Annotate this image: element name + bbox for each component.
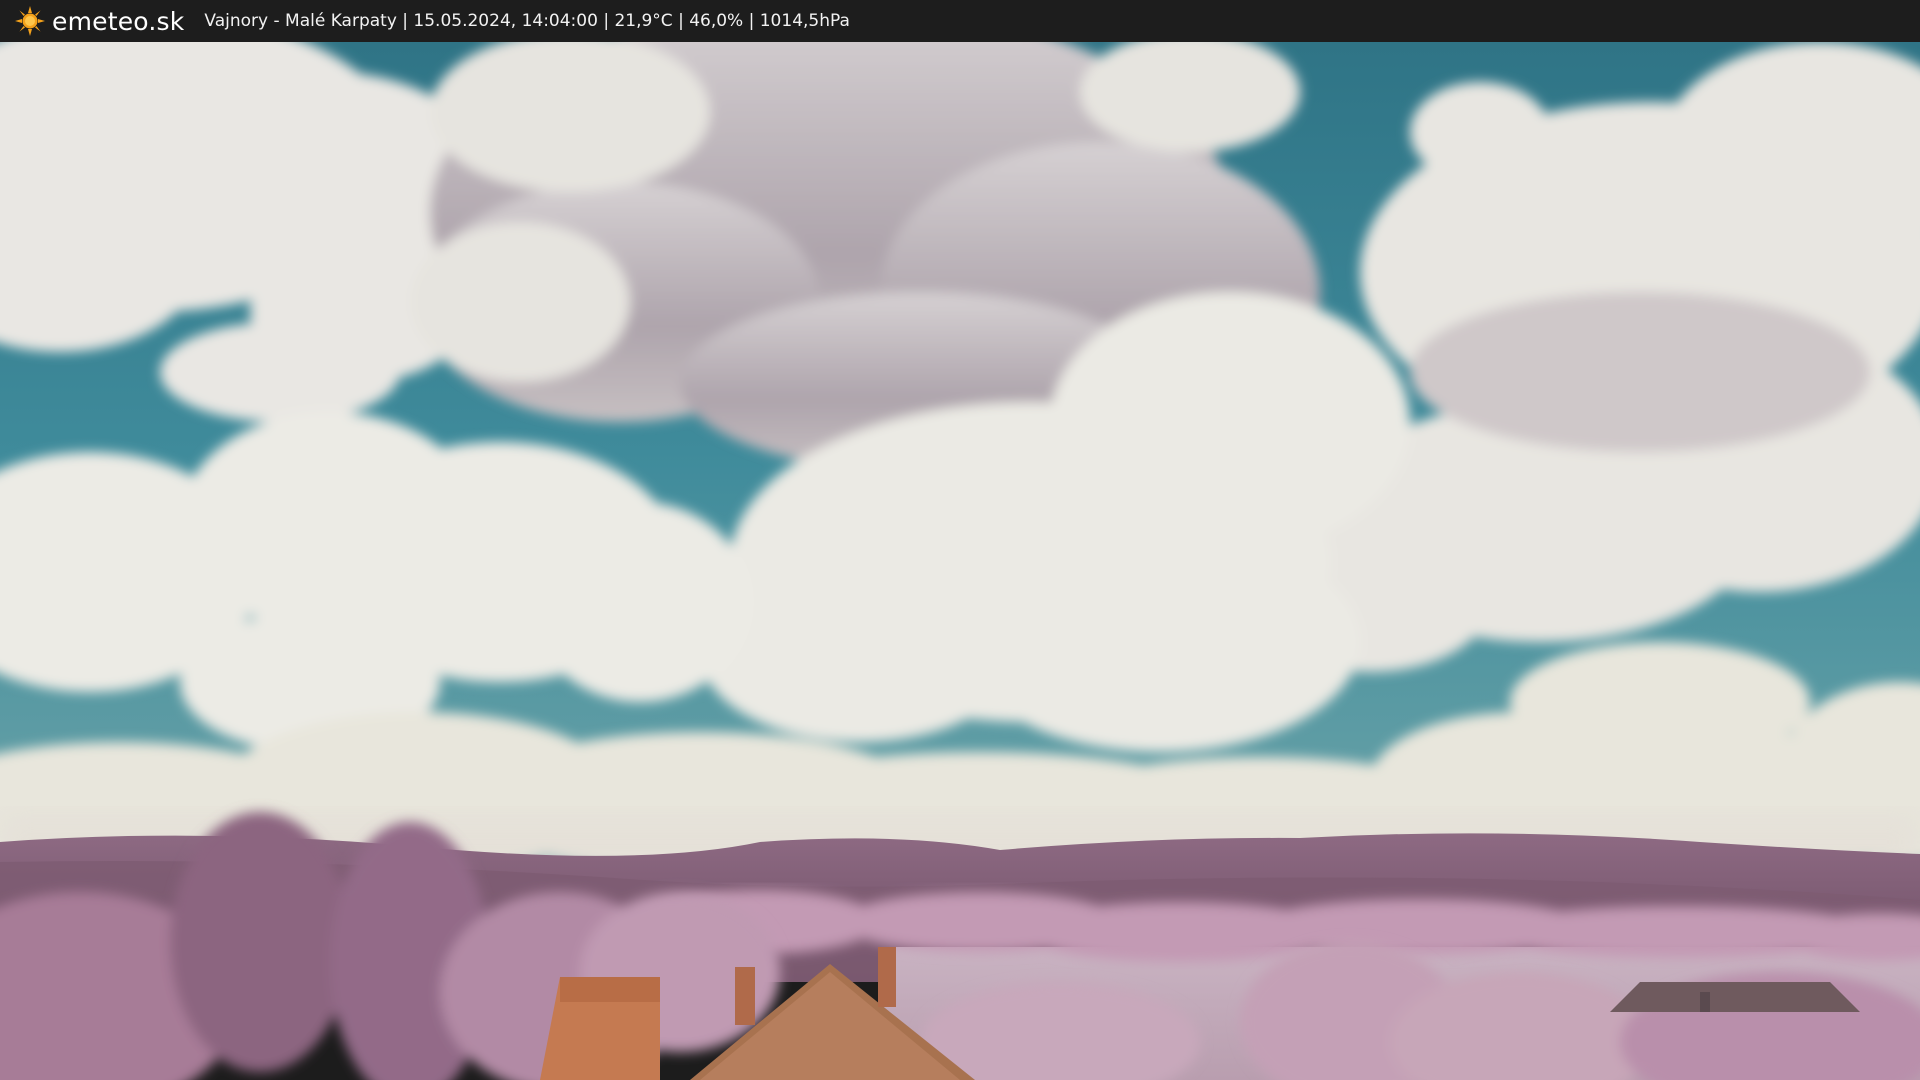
webcam-page: emeteo.sk Vajnory - Malé Karpaty | 15.05… — [0, 0, 1920, 1080]
sun-icon — [15, 6, 45, 36]
info-bar: emeteo.sk Vajnory - Malé Karpaty | 15.05… — [0, 0, 1920, 42]
webcam-image — [0, 42, 1920, 1080]
brand-name: emeteo.sk — [52, 6, 185, 36]
webcam-caption: Vajnory - Malé Karpaty | 15.05.2024, 14:… — [204, 11, 850, 31]
emeteo-logo[interactable]: emeteo.sk — [14, 0, 184, 42]
